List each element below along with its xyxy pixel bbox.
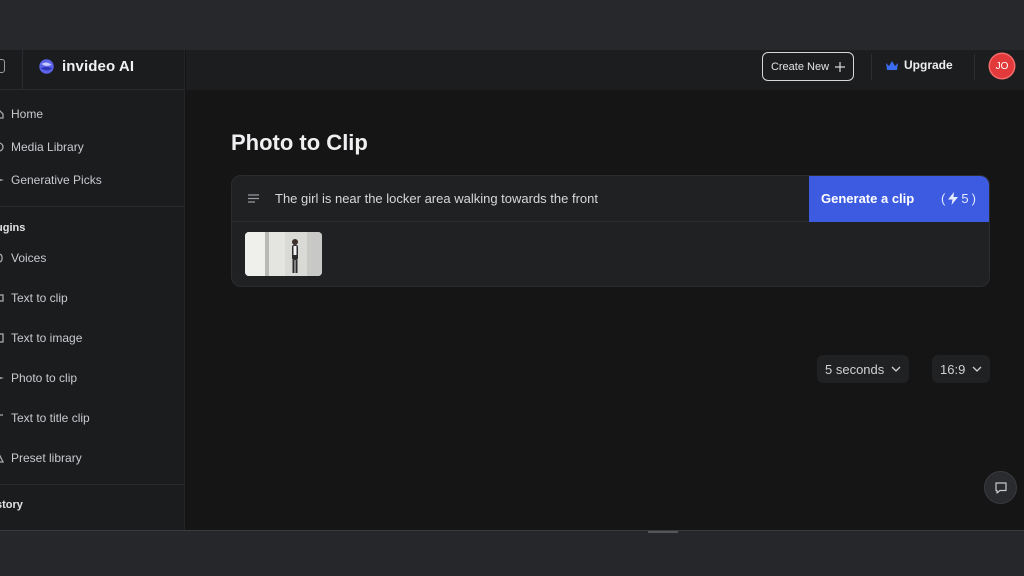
uploaded-photo-thumbnail[interactable] <box>245 232 322 276</box>
brand-row: invideo AI <box>0 50 185 90</box>
generate-clip-button[interactable]: Generate a clip ( 5 ) <box>809 176 989 222</box>
brand-divider <box>22 50 23 90</box>
home-icon <box>0 110 4 119</box>
credits-badge: ( 5 ) <box>941 191 976 206</box>
top-header: Create New Upgrade JO <box>186 50 1024 90</box>
sidebar-item-preset-library[interactable]: Preset library <box>0 446 185 470</box>
upgrade-button[interactable]: Upgrade <box>886 58 953 72</box>
sidebar-item-photo-to-clip[interactable]: Photo to clip <box>0 366 185 390</box>
title-icon <box>0 414 3 416</box>
photo-icon <box>0 377 4 379</box>
crown-icon <box>886 60 898 70</box>
sidebar-item-text-to-title-clip[interactable]: Text to title clip <box>0 406 185 430</box>
sidebar-item-home[interactable]: Home <box>0 102 185 126</box>
image-icon <box>0 333 4 343</box>
credits-open: ( <box>941 191 946 206</box>
credits-value: 5 <box>961 191 969 206</box>
create-new-button[interactable]: Create New <box>762 52 854 81</box>
aspect-ratio-label: 16:9 <box>940 361 966 377</box>
duration-label: 5 seconds <box>825 361 885 377</box>
duration-select[interactable]: 5 seconds <box>817 355 910 383</box>
prompt-input[interactable]: The girl is near the locker area walking… <box>275 191 598 206</box>
sparkle-icon <box>0 179 4 181</box>
prompt-card: The girl is near the locker area walking… <box>231 175 990 287</box>
support-chat-button[interactable] <box>984 471 1017 504</box>
aspect-ratio-select[interactable]: 16:9 <box>932 355 991 383</box>
sidebar-item-label: Preset library <box>11 451 82 465</box>
header-separator <box>974 54 975 80</box>
sidebar-item-label: Voices <box>11 251 47 265</box>
plus-icon <box>835 61 846 72</box>
person-figure-icon <box>292 239 298 273</box>
preset-icon <box>0 454 4 463</box>
sidebar-divider <box>0 206 185 207</box>
sidebar-item-label: Generative Picks <box>11 173 102 187</box>
sidebar-item-text-to-clip[interactable]: Text to clip <box>0 286 185 310</box>
bottom-band <box>0 530 1024 576</box>
generate-clip-label: Generate a clip <box>821 191 915 206</box>
thumb-window <box>245 232 265 276</box>
history-section-title: story <box>0 499 23 511</box>
sidebar-divider <box>0 484 185 485</box>
chevron-down-icon <box>972 366 982 372</box>
sidebar: invideo AI Home Media Library Generative… <box>0 50 185 530</box>
bottom-notch <box>648 531 678 533</box>
thumb-wall <box>307 232 322 276</box>
chevron-down-icon <box>891 366 901 372</box>
sidebar-item-label: Photo to clip <box>11 371 78 385</box>
sidebar-item-label: Home <box>11 107 44 121</box>
page-title: Photo to Clip <box>231 130 368 155</box>
sidebar-item-text-to-image[interactable]: Text to image <box>0 326 185 350</box>
sidebar-item-generative-picks[interactable]: Generative Picks <box>0 168 185 192</box>
credits-close: ) <box>971 191 976 206</box>
text-lines-icon <box>248 194 259 203</box>
sidebar-item-label: Text to clip <box>11 291 68 305</box>
invideo-logo-icon <box>39 59 54 74</box>
chat-icon <box>994 481 1007 494</box>
sidebar-item-label: Text to title clip <box>11 411 90 425</box>
sidebar-toggle-icon[interactable] <box>0 59 5 73</box>
media-icon <box>0 142 4 152</box>
thumb-window <box>269 232 285 276</box>
clip-icon <box>0 294 4 302</box>
prompt-row: The girl is near the locker area walking… <box>232 176 989 222</box>
voice-icon <box>0 253 3 263</box>
header-separator <box>871 54 872 80</box>
sidebar-item-label: Media Library <box>11 140 84 154</box>
create-new-label: Create New <box>770 60 830 73</box>
app-window: invideo AI Home Media Library Generative… <box>0 50 1024 530</box>
plugins-section-title: ugins <box>0 222 26 234</box>
user-avatar[interactable]: JO <box>990 54 1014 78</box>
sidebar-item-voices[interactable]: Voices <box>0 246 185 270</box>
sidebar-item-media-library[interactable]: Media Library <box>0 135 185 159</box>
sidebar-item-label: Text to image <box>11 331 83 345</box>
brand-name[interactable]: invideo AI <box>62 58 134 75</box>
top-band <box>0 0 1024 50</box>
upgrade-label: Upgrade <box>904 58 953 72</box>
lightning-icon <box>948 192 959 205</box>
